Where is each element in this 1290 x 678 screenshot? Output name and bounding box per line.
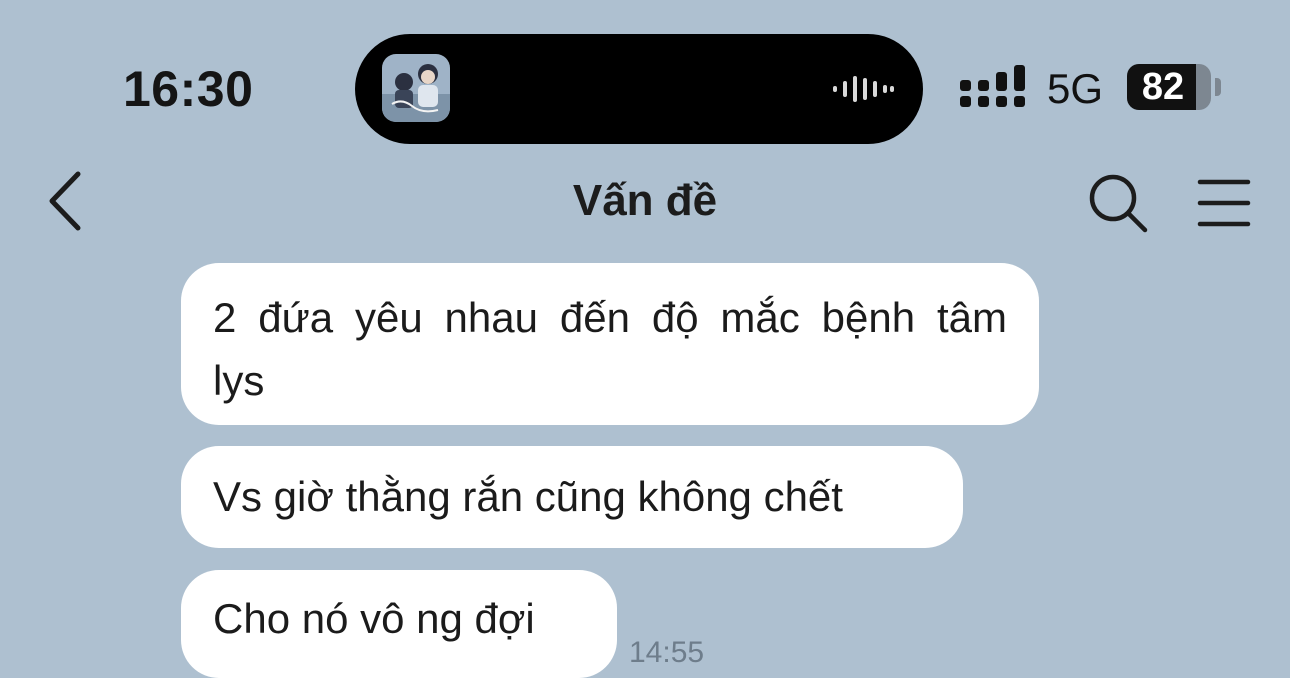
menu-icon[interactable]: [1196, 176, 1252, 230]
battery-level: 82: [1141, 66, 1185, 108]
message-bubble[interactable]: Cho nó vô ng đợi: [181, 570, 617, 678]
chat-title: Vấn đề: [572, 176, 718, 225]
dynamic-island[interactable]: [355, 34, 923, 144]
message-bubble[interactable]: Vs giờ thằng rắn cũng không chết: [181, 446, 963, 548]
battery-indicator: 82: [1127, 64, 1223, 110]
album-art[interactable]: [382, 54, 450, 122]
status-time: 16:30: [123, 61, 254, 117]
message-bubble[interactable]: 2 đứa yêu nhau đến độ mắc bệnh tâm lys: [181, 263, 1039, 425]
network-type: 5G: [1047, 65, 1104, 112]
signal-bars-icon: [960, 64, 1028, 110]
back-chevron-icon[interactable]: [40, 166, 92, 236]
search-icon[interactable]: [1085, 170, 1151, 236]
waveform-icon: [831, 74, 895, 104]
message-timestamp: 14:55: [629, 636, 705, 669]
